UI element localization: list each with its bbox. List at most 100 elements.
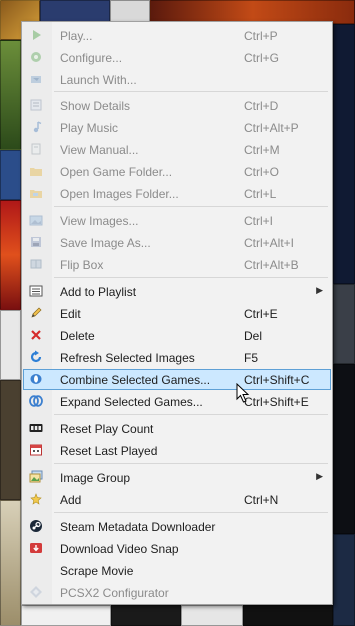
menu-item-edit[interactable]: Edit Ctrl+E xyxy=(23,303,331,324)
play-icon xyxy=(33,30,41,40)
download-video-icon xyxy=(30,543,42,553)
menu-item-label: Delete xyxy=(60,329,95,343)
launch-with-icon xyxy=(31,76,41,83)
menu-item-image-group[interactable]: Image Group ▶ xyxy=(23,467,331,488)
counter-icon xyxy=(29,424,43,432)
menu-item-label: Play... xyxy=(60,29,93,43)
menu-item-add[interactable]: Add Ctrl+N xyxy=(23,489,331,510)
game-cover-tile[interactable] xyxy=(333,534,355,626)
save-disk-icon xyxy=(31,237,41,247)
menu-separator xyxy=(54,91,328,92)
calendar-icon xyxy=(30,444,42,456)
submenu-arrow-icon: ▶ xyxy=(316,471,323,481)
menu-item-label: Open Images Folder... xyxy=(60,187,179,201)
menu-item-label: Save Image As... xyxy=(60,236,151,250)
menu-item-shortcut: Ctrl+O xyxy=(244,165,280,179)
menu-separator xyxy=(54,463,328,464)
game-cover-tile[interactable] xyxy=(0,500,21,626)
menu-item-label: Steam Metadata Downloader xyxy=(60,520,216,534)
menu-item-open-game-folder[interactable]: Open Game Folder... Ctrl+O xyxy=(23,161,331,182)
game-cover-tile[interactable] xyxy=(111,605,181,626)
menu-item-shortcut: Ctrl+E xyxy=(244,307,278,321)
menu-separator xyxy=(54,277,328,278)
images-folder-icon xyxy=(30,190,42,198)
menu-item-play-music[interactable]: Play Music Ctrl+Alt+P xyxy=(23,117,331,138)
game-cover-tile[interactable] xyxy=(0,380,21,500)
menu-item-shortcut: F5 xyxy=(244,351,259,365)
playlist-icon xyxy=(29,285,43,297)
menu-item-download-video-snap[interactable]: Download Video Snap xyxy=(23,538,331,559)
menu-item-label: Flip Box xyxy=(60,258,104,272)
menu-item-add-to-playlist[interactable]: Add to Playlist ▶ xyxy=(23,281,331,302)
details-icon xyxy=(30,99,42,111)
menu-item-label: Add to Playlist xyxy=(60,285,137,299)
menu-item-open-images-folder[interactable]: Open Images Folder... Ctrl+L xyxy=(23,183,331,204)
pencil-icon xyxy=(31,307,42,318)
game-cover-tile[interactable] xyxy=(0,200,21,310)
menu-item-label: Edit xyxy=(60,307,81,321)
menu-item-view-manual[interactable]: View Manual... Ctrl+M xyxy=(23,139,331,160)
menu-item-label: Reset Play Count xyxy=(60,422,154,436)
menu-item-flip-box[interactable]: Flip Box Ctrl+Alt+B xyxy=(23,254,331,275)
menu-item-expand-selected-games[interactable]: Expand Selected Games... Ctrl+Shift+E xyxy=(23,391,331,412)
menu-separator xyxy=(54,414,328,415)
menu-separator xyxy=(54,206,328,207)
game-cover-tile[interactable] xyxy=(333,284,355,364)
menu-item-save-image-as[interactable]: Save Image As... Ctrl+Alt+I xyxy=(23,232,331,253)
pcsx2-icon xyxy=(30,586,42,598)
music-note-icon xyxy=(33,121,42,133)
game-cover-tile[interactable] xyxy=(0,150,21,200)
menu-item-launch-with[interactable]: Launch With... xyxy=(23,69,331,90)
submenu-arrow-icon: ▶ xyxy=(316,285,323,295)
expand-icon xyxy=(29,395,43,407)
menu-item-label: View Images... xyxy=(60,214,139,228)
menu-item-label: Configure... xyxy=(60,51,123,65)
menu-item-label: Launch With... xyxy=(60,73,137,87)
game-cover-tile[interactable] xyxy=(0,40,21,150)
menu-item-label: Expand Selected Games... xyxy=(60,395,203,409)
menu-item-label: Scrape Movie xyxy=(60,564,134,578)
game-cover-tile[interactable] xyxy=(333,364,355,534)
menu-item-label: Add xyxy=(60,493,82,507)
menu-item-label: Image Group xyxy=(60,471,131,485)
game-context-menu: Play... Ctrl+P Configure... Ctrl+G Launch Wi… xyxy=(21,21,333,605)
menu-item-scrape-movie[interactable]: Scrape Movie xyxy=(23,560,331,581)
menu-item-shortcut: Ctrl+Alt+I xyxy=(244,236,295,250)
game-cover-tile[interactable] xyxy=(243,605,333,626)
menu-item-label: PCSX2 Configurator xyxy=(60,586,169,600)
menu-item-shortcut: Ctrl+Shift+E xyxy=(244,395,309,409)
menu-item-shortcut: Ctrl+G xyxy=(244,51,280,65)
menu-item-label: View Manual... xyxy=(60,143,139,157)
menu-item-label: Reset Last Played xyxy=(60,444,158,458)
menu-item-shortcut: Ctrl+Alt+B xyxy=(244,258,299,272)
menu-item-label: Download Video Snap xyxy=(60,542,179,556)
refresh-icon xyxy=(30,350,42,363)
menu-item-delete[interactable]: Delete Del xyxy=(23,325,331,346)
menu-item-view-images[interactable]: View Images... Ctrl+I xyxy=(23,210,331,231)
menu-item-label: Refresh Selected Images xyxy=(60,351,195,365)
configure-icon xyxy=(31,52,41,62)
mouse-cursor-icon xyxy=(236,383,250,403)
menu-item-label: Play Music xyxy=(60,121,119,135)
game-cover-tile[interactable] xyxy=(333,24,355,284)
menu-item-configure[interactable]: Configure... Ctrl+G xyxy=(23,47,331,68)
menu-item-combine-selected-games[interactable]: Combine Selected Games... Ctrl+Shift+C xyxy=(23,369,331,390)
menu-item-show-details[interactable]: Show Details Ctrl+D xyxy=(23,95,331,116)
menu-item-shortcut: Del xyxy=(244,329,263,343)
menu-item-steam-metadata-downloader[interactable]: Steam Metadata Downloader xyxy=(23,516,331,537)
menu-item-refresh-selected-images[interactable]: Refresh Selected Images F5 xyxy=(23,347,331,368)
combine-icon xyxy=(30,374,42,384)
game-cover-tile[interactable] xyxy=(0,310,21,380)
menu-item-shortcut: Ctrl+Alt+P xyxy=(244,121,299,135)
menu-item-shortcut: Ctrl+M xyxy=(244,143,280,157)
game-cover-tile[interactable] xyxy=(21,605,111,626)
game-cover-tile[interactable] xyxy=(181,605,243,626)
menu-item-pcsx2-configurator[interactable]: PCSX2 Configurator xyxy=(23,582,331,603)
menu-item-label: Show Details xyxy=(60,99,131,113)
menu-item-shortcut: Ctrl+I xyxy=(244,214,274,228)
menu-item-reset-play-count[interactable]: Reset Play Count xyxy=(23,418,331,439)
flip-box-icon xyxy=(30,259,42,269)
menu-item-shortcut: Ctrl+P xyxy=(244,29,278,43)
menu-item-reset-last-played[interactable]: Reset Last Played xyxy=(23,440,331,461)
menu-item-play[interactable]: Play... Ctrl+P xyxy=(23,25,331,46)
